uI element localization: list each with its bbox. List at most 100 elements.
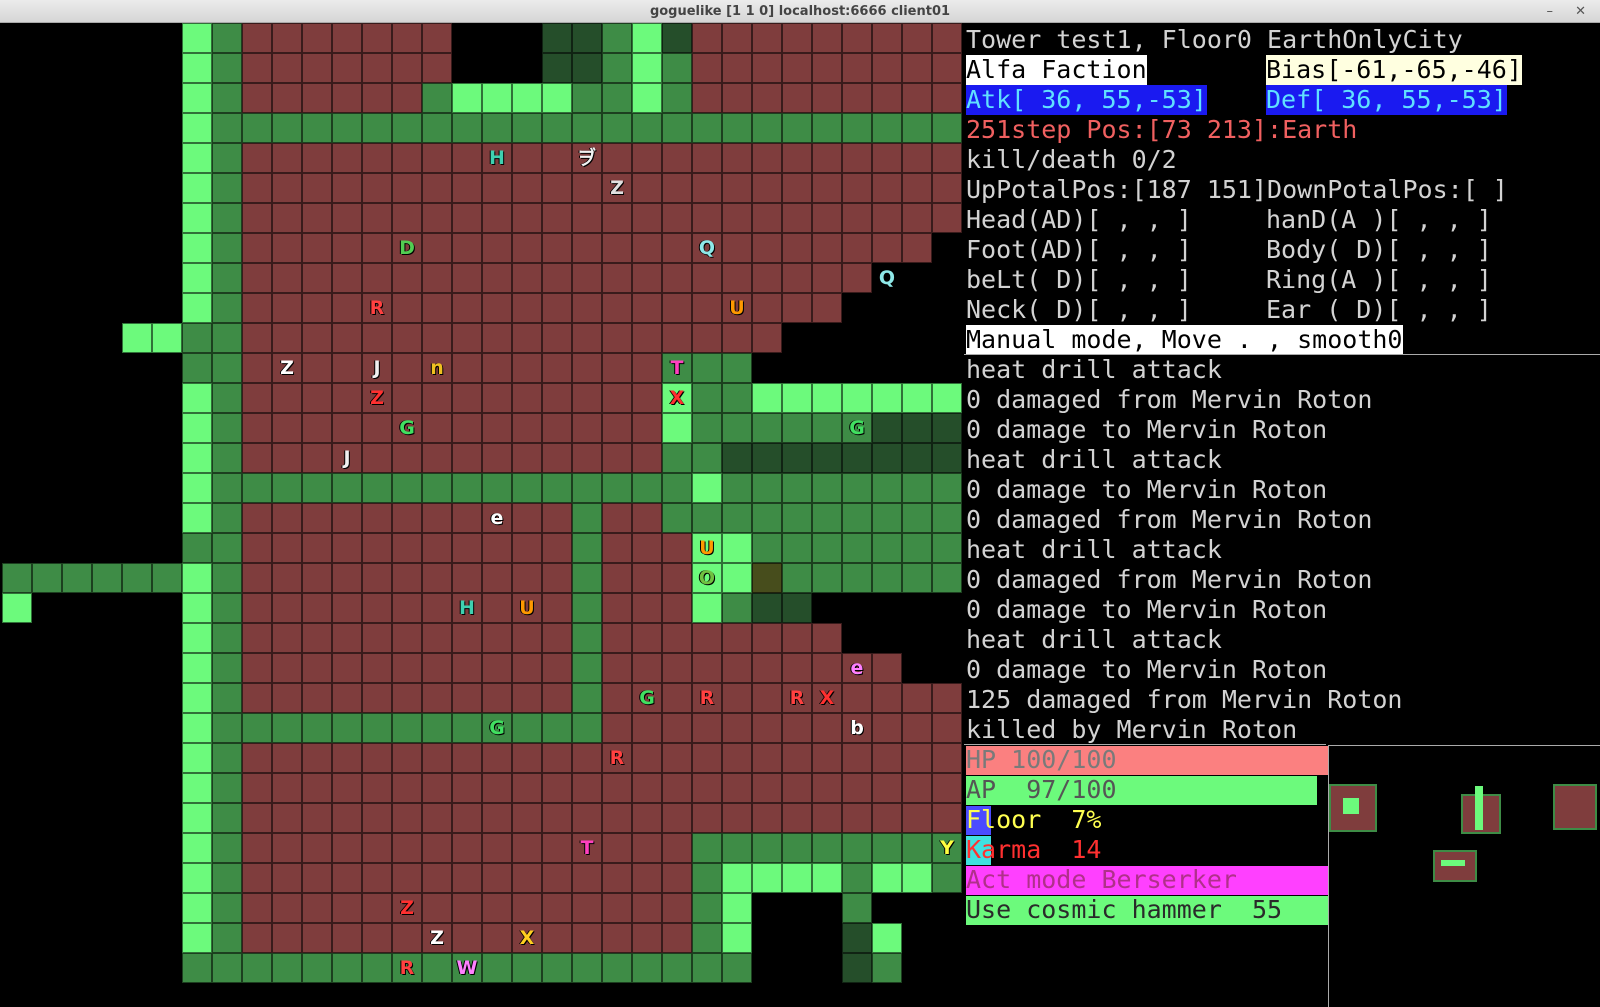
map-tile: [572, 23, 602, 53]
map-tile: [212, 83, 242, 113]
map-tile: [872, 473, 902, 503]
map-tile: [242, 773, 272, 803]
close-icon[interactable]: ✕: [1575, 4, 1586, 19]
map-monster[interactable]: T: [662, 353, 692, 383]
map-monster[interactable]: Q: [692, 233, 722, 263]
map-tile: [812, 113, 842, 143]
map-monster[interactable]: G: [482, 713, 512, 743]
map-monster[interactable]: Y: [932, 833, 962, 863]
map-monster[interactable]: U: [722, 293, 752, 323]
minimize-icon[interactable]: –: [1546, 4, 1553, 19]
map-tile: [542, 683, 572, 713]
map-monster[interactable]: b: [842, 713, 872, 743]
map-tile: [692, 893, 722, 923]
map-tile: [212, 653, 242, 683]
map-monster[interactable]: J: [362, 353, 392, 383]
map-monster[interactable]: U: [512, 593, 542, 623]
map-tile: [512, 173, 542, 203]
map-monster[interactable]: J: [332, 443, 362, 473]
map-tile: [842, 203, 872, 233]
map-tile: [902, 773, 932, 803]
map-monster[interactable]: W: [452, 953, 482, 983]
map-monster[interactable]: X: [812, 683, 842, 713]
map-tile: [842, 563, 872, 593]
window-controls: – ✕: [1528, 0, 1586, 23]
map-tile: [332, 293, 362, 323]
map-tile: [812, 443, 842, 473]
map-monster[interactable]: Z: [392, 893, 422, 923]
map-monster[interactable]: O: [692, 563, 722, 593]
map-monster[interactable]: n: [422, 353, 452, 383]
map-monster[interactable]: R: [692, 683, 722, 713]
map-monster[interactable]: Z: [422, 923, 452, 953]
map-view[interactable]: HヺZDQQRUZJnTZXGGJeUHUOeGRRXGbRTYZZXRW: [2, 23, 964, 1007]
log-line: killed by Mervin Roton: [966, 715, 1298, 744]
map-tile: [632, 893, 662, 923]
map-tile: [692, 443, 722, 473]
map-tile: [422, 173, 452, 203]
map-tile: [602, 623, 632, 653]
map-tile: [782, 23, 812, 53]
map-monster[interactable]: e: [842, 653, 872, 683]
map-tile: [692, 863, 722, 893]
map-monster[interactable]: Z: [362, 383, 392, 413]
map-tile: [392, 293, 422, 323]
map-monster[interactable]: T: [572, 833, 602, 863]
map-tile: [242, 353, 272, 383]
map-monster[interactable]: G: [842, 413, 872, 443]
map-tile: [512, 863, 542, 893]
map-tile: [332, 833, 362, 863]
map-tile: [242, 233, 272, 263]
map-tile: [512, 293, 542, 323]
map-monster[interactable]: Z: [602, 173, 632, 203]
map-monster[interactable]: ヺ: [572, 143, 602, 173]
map-tile: [242, 923, 272, 953]
map-tile: [332, 863, 362, 893]
map-tile: [452, 833, 482, 863]
map-monster[interactable]: R: [362, 293, 392, 323]
window-titlebar[interactable]: goguelike [1 1 0] localhost:6666 client0…: [0, 0, 1600, 23]
tower-floor-line: Tower test1, Floor0 EarthOnlyCity: [966, 25, 1463, 54]
map-tile: [722, 803, 752, 833]
map-monster[interactable]: D: [392, 233, 422, 263]
map-tile: [482, 113, 512, 143]
map-tile: [362, 113, 392, 143]
map-monster[interactable]: G: [632, 683, 662, 713]
minimap-room: [1475, 786, 1483, 830]
map-tile: [572, 683, 602, 713]
map-monster[interactable]: R: [602, 743, 632, 773]
map-tile: [872, 953, 902, 983]
map-tile: [482, 863, 512, 893]
map-tile: [932, 713, 962, 743]
map-tile: [512, 143, 542, 173]
map-tile: [812, 833, 842, 863]
map-monster[interactable]: X: [662, 383, 692, 413]
map-monster[interactable]: Z: [272, 353, 302, 383]
map-monster[interactable]: G: [392, 413, 422, 443]
map-monster[interactable]: Q: [872, 263, 902, 293]
map-monster[interactable]: R: [392, 953, 422, 983]
map-tile: [662, 263, 692, 293]
map-tile: [872, 563, 902, 593]
map-monster[interactable]: H: [452, 593, 482, 623]
map-tile: [632, 413, 662, 443]
map-tile: [932, 533, 962, 563]
map-monster[interactable]: U: [692, 533, 722, 563]
map-tile: [452, 83, 482, 113]
map-monster[interactable]: R: [782, 683, 812, 713]
map-tile: [632, 743, 662, 773]
map-monster[interactable]: e: [482, 503, 512, 533]
map-tile: [422, 713, 452, 743]
map-tile: [182, 743, 212, 773]
act-mode-label: Act mode Berserker: [966, 865, 1237, 894]
map-tile: [902, 173, 932, 203]
map-tile: [602, 263, 632, 293]
minimap[interactable]: [1328, 745, 1600, 1007]
map-tile: [392, 263, 422, 293]
map-tile: [542, 533, 572, 563]
map-tile: [392, 803, 422, 833]
map-monster[interactable]: H: [482, 143, 512, 173]
map-monster[interactable]: X: [512, 923, 542, 953]
map-tile: [902, 803, 932, 833]
map-tile: [542, 743, 572, 773]
